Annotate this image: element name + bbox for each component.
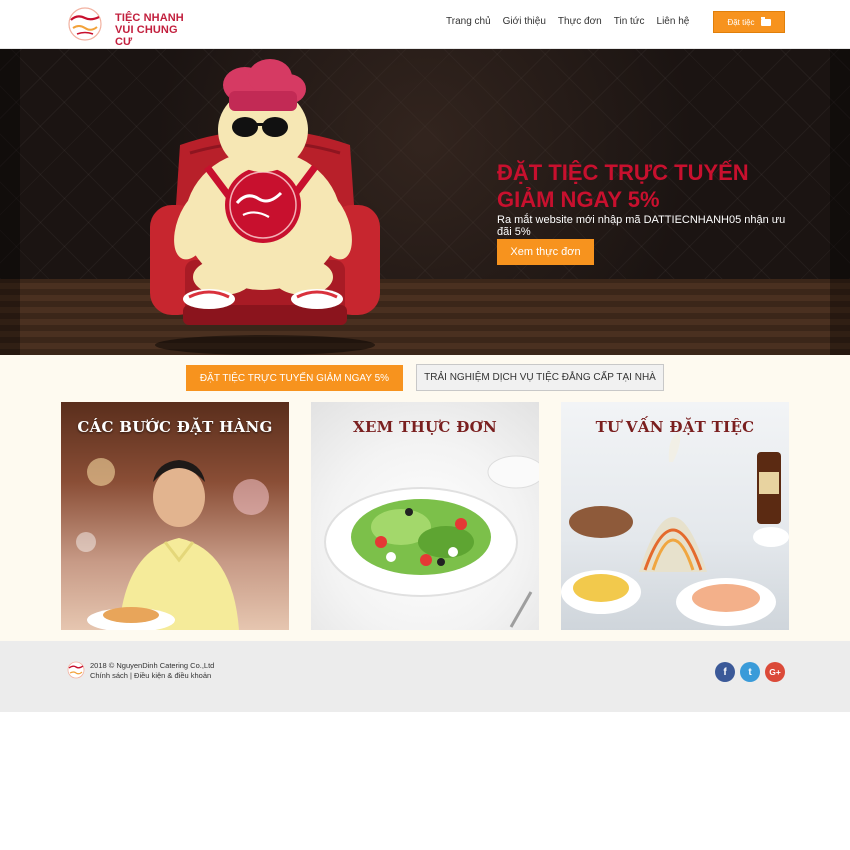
salad-plate-illustration [324,455,539,628]
hero-floor-background [0,279,850,355]
logo-mark-icon [68,7,102,41]
staff-photo-illustration [76,458,269,630]
hero-edge-left [0,49,20,355]
logo-line-2: VUI CHUNG CƯ [115,24,178,48]
hero-title: ĐẶT TIỆC TRỰC TUYẾN GIẢM NGAY 5% [497,160,749,212]
nav-home[interactable]: Trang chủ [446,16,491,27]
card-party-consulting-title: TƯ VẤN ĐẶT TIỆC [595,418,755,436]
footer-logo-icon[interactable] [66,661,88,679]
facebook-icon[interactable]: f [715,662,735,682]
chef-mascot-illustration [150,59,380,355]
banquet-table-illustration [561,432,789,626]
tab-online-order-discount[interactable]: ĐẶT TIỆC TRỰC TUYẾN GIẢM NGAY 5% [186,365,403,391]
hero-banner: ĐẶT TIỆC TRỰC TUYẾN GIẢM NGAY 5% Ra mắt … [0,49,850,355]
order-button[interactable]: Đặt tiệc [713,11,785,33]
view-menu-button[interactable]: Xem thực đơn [497,239,594,265]
card-view-menu-title: XEM THỰC ĐƠN [353,418,497,436]
hero-subtitle: Ra mắt website mới nhập mã DATTIECNHANH0… [497,214,786,238]
logo-text: TIỆC NHANH VUI CHUNG CƯ [115,12,198,48]
card-view-menu[interactable]: XEM THỰC ĐƠN [311,402,539,630]
folder-icon [760,16,771,26]
site-logo[interactable]: TIỆC NHANH VUI CHUNG CƯ [63,6,198,48]
tab-premium-home-service[interactable]: TRẢI NGHIỆM DỊCH VỤ TIỆC ĐẲNG CẤP TẠI NH… [416,364,664,391]
nav-news[interactable]: Tin tức [614,16,645,27]
card-party-consulting[interactable]: TƯ VẤN ĐẶT TIỆC [561,402,789,630]
promo-section: ĐẶT TIỆC TRỰC TUYẾN GIẢM NGAY 5% TRẢI NG… [0,355,850,641]
logo-line-1: TIỆC NHANH [115,12,184,24]
card-order-steps[interactable]: CÁC BƯỚC ĐẶT HÀNG [61,402,289,630]
footer-copyright: 2018 © NguyenDinh Catering Co.,Ltd [90,661,215,670]
twitter-icon[interactable]: t [740,662,760,682]
footer-text: 2018 © NguyenDinh Catering Co.,Ltd Chính… [90,661,214,681]
main-nav: Trang chủ Giới thiệu Thực đơn Tin tức Li… [446,16,701,27]
site-footer: 2018 © NguyenDinh Catering Co.,Ltd Chính… [0,641,850,712]
google-plus-icon[interactable]: G+ [765,662,785,682]
footer-policy-links[interactable]: Chính sách | Điều kiện & điều khoản [90,671,214,681]
order-button-label: Đặt tiệc [727,17,755,27]
site-header: TIỆC NHANH VUI CHUNG CƯ Trang chủ Giới t… [0,0,850,49]
hero-edge-right [830,49,850,355]
nav-contact[interactable]: Liên hệ [657,16,690,27]
nav-about[interactable]: Giới thiệu [503,16,546,27]
card-order-steps-title: CÁC BƯỚC ĐẶT HÀNG [77,418,273,436]
nav-menu[interactable]: Thực đơn [558,16,602,27]
